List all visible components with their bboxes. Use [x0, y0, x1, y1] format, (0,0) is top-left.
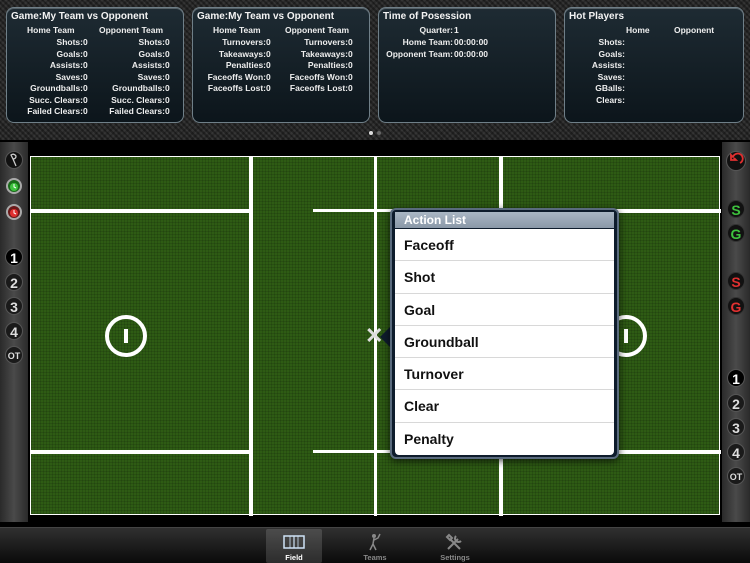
opponent-stat-value: 0 — [165, 83, 170, 93]
home-sidebar: 1 2 3 4 OT — [0, 142, 28, 522]
action-item-faceoff[interactable]: Faceoff — [395, 229, 614, 262]
home-stat-value: 0 — [83, 83, 88, 93]
home-goal-button[interactable]: G — [727, 224, 745, 242]
quarter-button-3[interactable]: 3 — [727, 418, 745, 436]
opponent-team-header: Opponent Team — [285, 25, 350, 35]
home-shot-button[interactable]: S — [727, 200, 745, 218]
opponent-sidebar: S G S G 1 2 3 4 OT — [722, 142, 750, 522]
tab-field[interactable]: Field — [266, 529, 322, 563]
quarter-button-1[interactable]: 1 — [5, 248, 23, 266]
quarter-button-3[interactable]: 3 — [5, 297, 23, 315]
opponent-stat-value: 0 — [165, 94, 170, 105]
field-line — [313, 209, 393, 212]
quarter-button-2[interactable]: 2 — [5, 272, 23, 291]
home-stat-value: 0 — [266, 60, 271, 70]
field-line — [31, 209, 251, 213]
home-stat-value: 0 — [266, 83, 271, 93]
opponent-stat-value: 0 — [348, 60, 353, 70]
opponent-header: Opponent — [674, 25, 715, 35]
opponent-goal-button[interactable]: G — [727, 297, 745, 315]
game-stats-panel: Game:My Team vs Opponent Home Team Oppon… — [6, 7, 184, 123]
tab-label: Field — [285, 553, 303, 562]
home-stat-value: 0 — [83, 37, 88, 47]
lacrosse-stick-icon[interactable] — [5, 151, 23, 169]
restraining-line-left — [249, 157, 253, 516]
action-item-shot[interactable]: Shot — [395, 261, 614, 294]
game-stats-panel-2: Game:My Team vs Opponent Home Team Oppon… — [192, 7, 370, 123]
home-stat-value: 0 — [83, 106, 88, 116]
opponent-stat-value: 0 — [165, 48, 170, 59]
quarter-button-ot[interactable]: OT — [727, 467, 745, 485]
stop-timer-icon[interactable] — [6, 204, 22, 220]
home-stat-value: 0 — [266, 37, 271, 47]
tab-bar: Field Teams Settings — [0, 527, 750, 563]
quarter-button-4[interactable]: 4 — [5, 321, 23, 340]
panel-title: Game:My Team vs Opponent — [11, 11, 149, 22]
action-list-popover: Action List Faceoff Shot Goal Groundball Tur… — [390, 208, 619, 459]
hot-players-panel: Hot Players Home Opponent Shots: Goals: As… — [564, 7, 744, 123]
panel-title: Game:My Team vs Opponent — [197, 11, 335, 22]
field-area: 1 2 3 4 OT ✕ S G S G 1 2 3 4 OT Action List Face… — [0, 140, 750, 527]
opponent-stat-value: 0 — [165, 60, 170, 70]
action-item-clear[interactable]: Clear — [395, 390, 614, 423]
possession-panel: Time of Posession Quarter: 1 Home Team: 00:… — [378, 7, 556, 123]
home-stat-value: 0 — [83, 48, 88, 59]
undo-icon[interactable] — [726, 151, 746, 171]
tools-icon — [445, 533, 462, 550]
left-goal-crease — [105, 315, 147, 357]
opponent-stat-value: 0 — [165, 37, 170, 47]
quarter-button-4[interactable]: 4 — [727, 442, 745, 461]
panel-title: Time of Posession — [383, 11, 472, 22]
quarter-button-1[interactable]: 1 — [727, 369, 745, 387]
opponent-stat-value: 0 — [165, 106, 170, 116]
field-icon — [283, 535, 305, 549]
opponent-team-header: Opponent Team — [99, 25, 164, 35]
action-item-turnover[interactable]: Turnover — [395, 358, 614, 391]
possession-value: 00:00:00 — [454, 37, 489, 47]
popover-title: Action List — [395, 212, 614, 228]
opponent-shot-button[interactable]: S — [727, 272, 745, 290]
opponent-stat-value: 0 — [348, 37, 353, 47]
home-stat-value: 0 — [83, 71, 88, 82]
home-stat-value: 0 — [83, 60, 88, 70]
action-item-penalty[interactable]: Penalty — [395, 423, 614, 455]
tab-teams[interactable]: Teams — [347, 529, 403, 563]
possession-value: 00:00:00 — [454, 49, 489, 59]
quarter-button-ot[interactable]: OT — [5, 346, 23, 364]
page-indicator[interactable] — [0, 128, 750, 136]
opponent-stat-value: 0 — [165, 71, 170, 82]
start-timer-icon[interactable] — [6, 178, 22, 194]
goal-mark — [624, 329, 628, 343]
opponent-stat-value: 0 — [348, 83, 353, 93]
home-header: Home — [626, 25, 650, 35]
tab-settings[interactable]: Settings — [427, 529, 483, 563]
quarter-button-2[interactable]: 2 — [727, 393, 745, 412]
action-item-groundball[interactable]: Groundball — [395, 326, 614, 359]
field-line — [31, 450, 251, 454]
possession-value: 1 — [454, 25, 459, 35]
action-list: Faceoff Shot Goal Groundball Turnover Clear Pe… — [395, 229, 614, 455]
tab-label: Settings — [440, 553, 470, 562]
goal-mark — [124, 329, 128, 343]
action-item-goal[interactable]: Goal — [395, 294, 614, 326]
home-stat-value: 0 — [83, 94, 88, 105]
tab-label: Teams — [363, 553, 387, 562]
opponent-stat-value: 0 — [348, 48, 353, 59]
home-team-header: Home Team — [213, 25, 261, 35]
home-stat-value: 0 — [266, 48, 271, 59]
home-team-header: Home Team — [27, 25, 75, 35]
field-line — [313, 450, 393, 453]
panel-title: Hot Players — [569, 11, 625, 22]
stats-header: Game:My Team vs Opponent Home Team Oppon… — [0, 0, 750, 140]
page-dot-active[interactable] — [369, 130, 373, 135]
page-dot[interactable] — [377, 130, 381, 135]
home-stat-value: 0 — [266, 71, 271, 82]
opponent-stat-value: 0 — [348, 71, 353, 82]
player-icon — [369, 533, 381, 551]
